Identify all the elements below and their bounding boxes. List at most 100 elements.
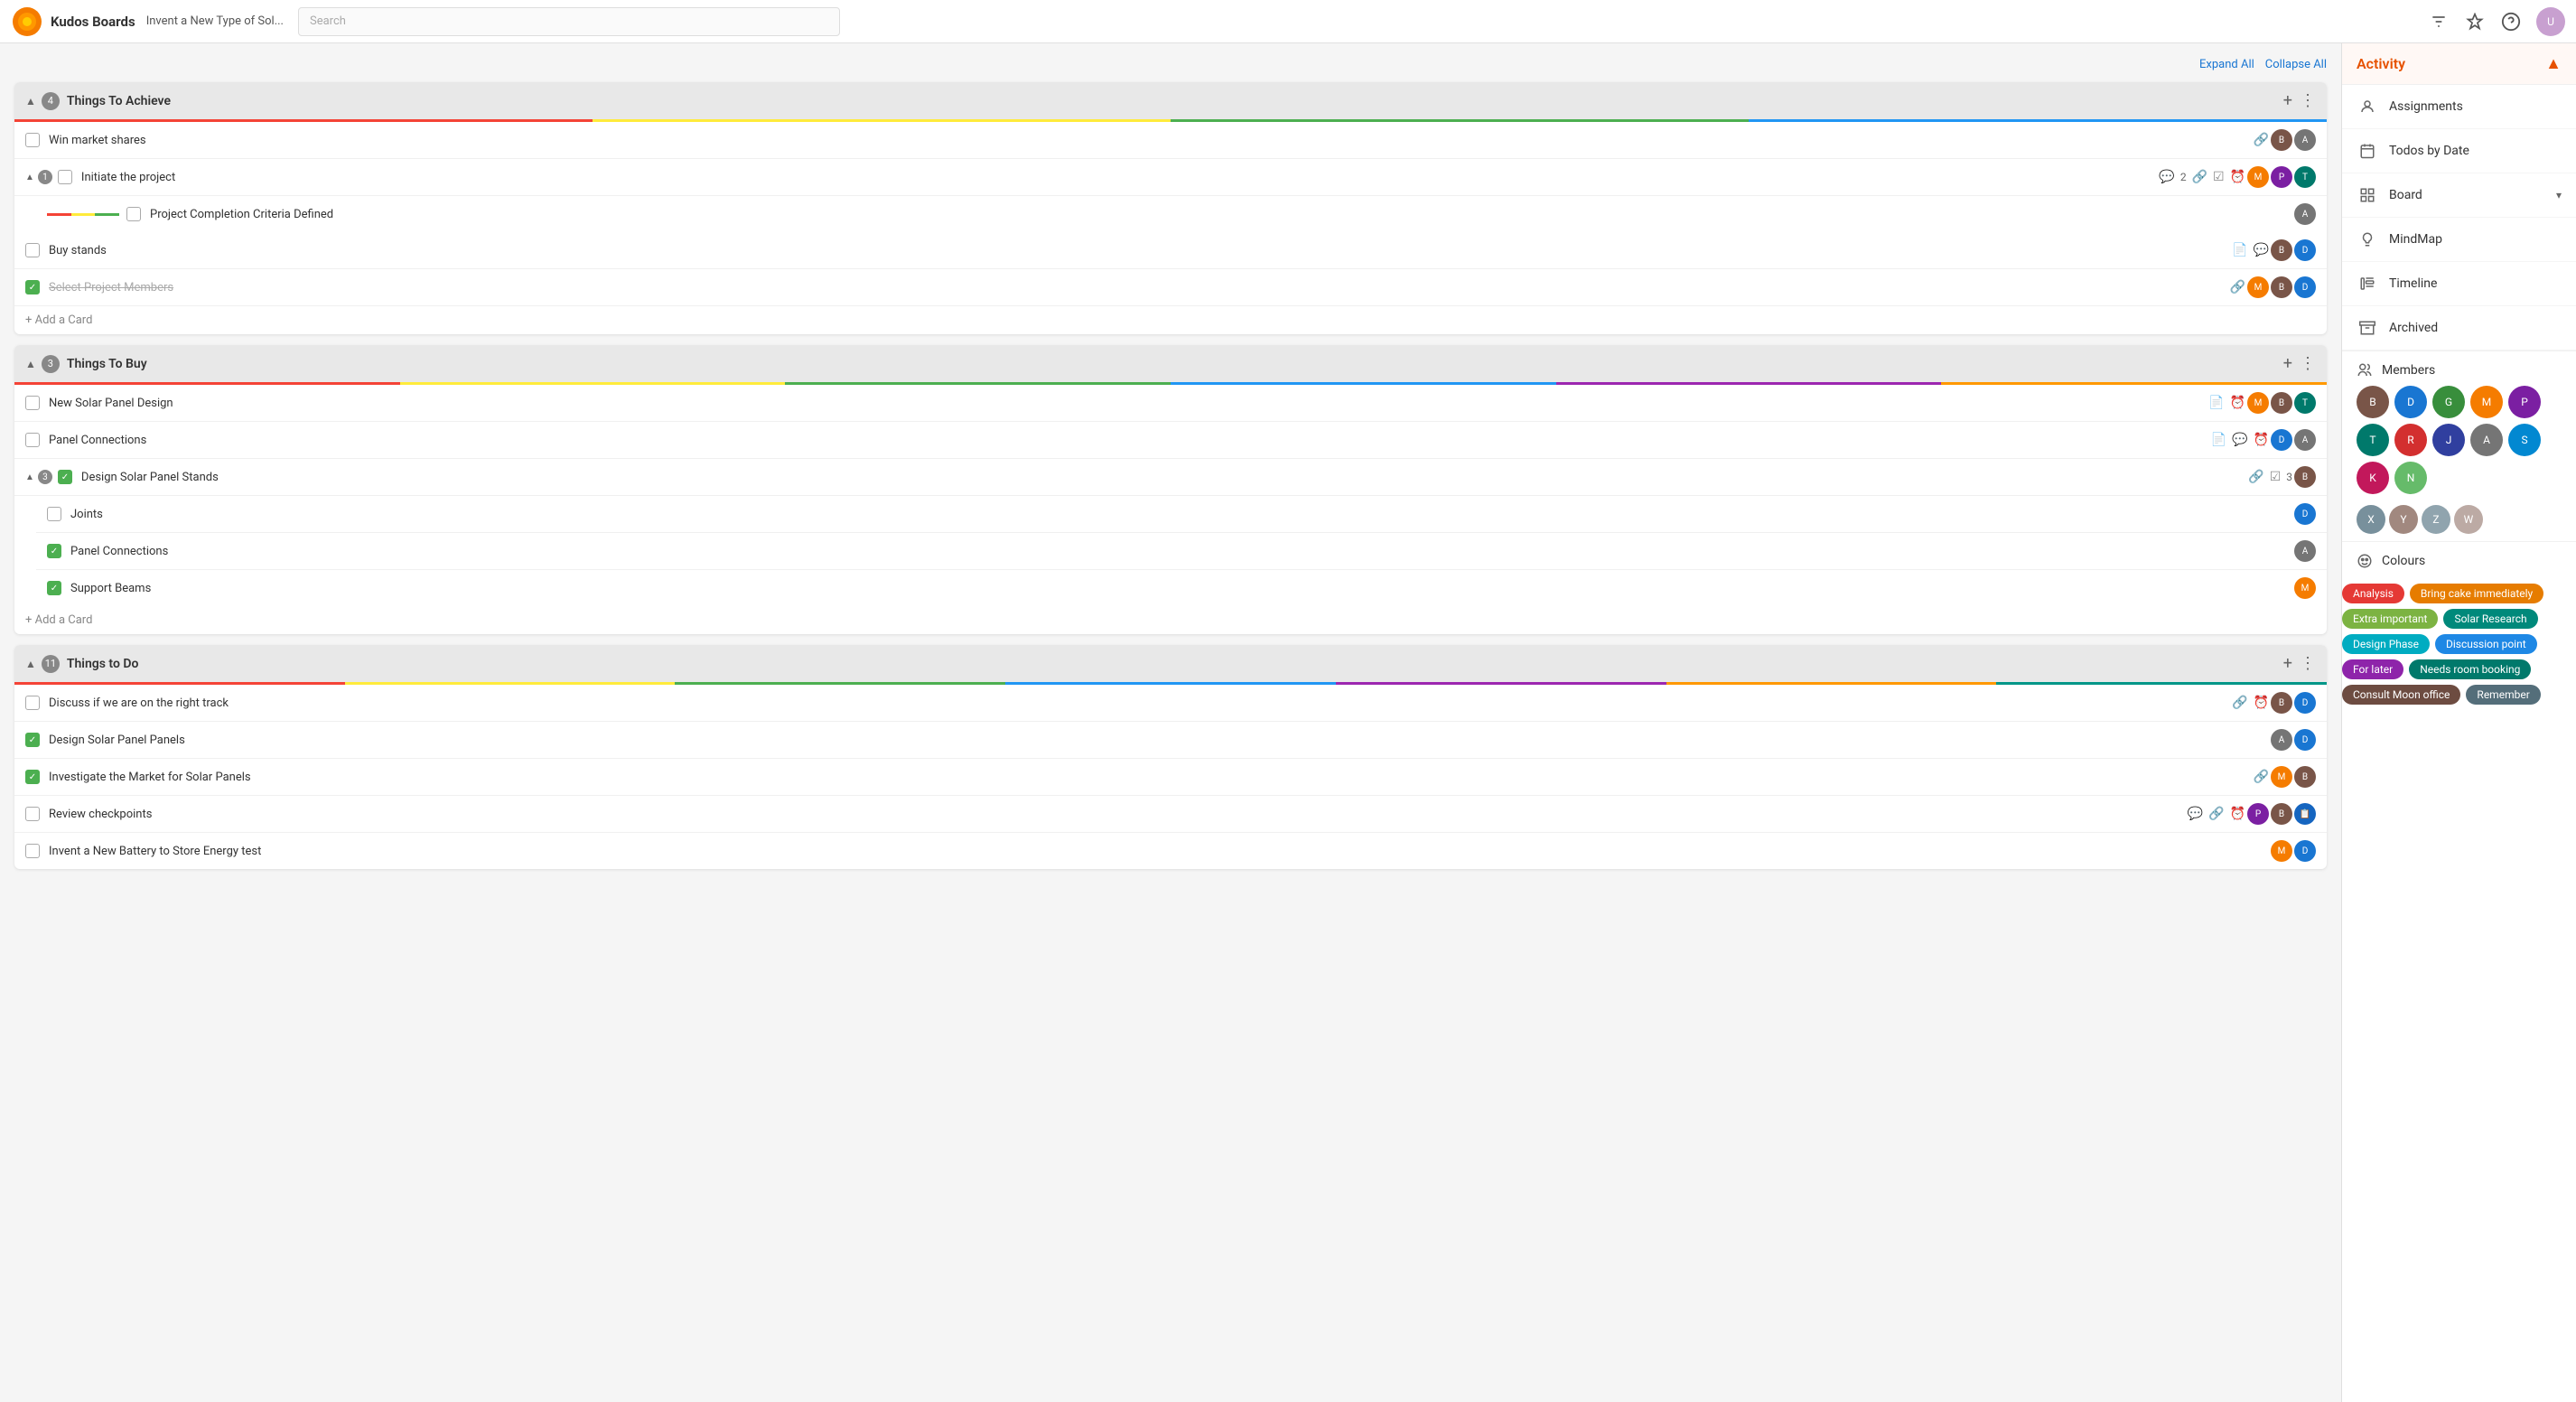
- sidebar-item-todos-by-date[interactable]: Todos by Date: [2342, 129, 2576, 173]
- card-checkbox[interactable]: [25, 133, 40, 147]
- member-avatar[interactable]: G: [2432, 386, 2465, 418]
- card-label[interactable]: Select Project Members: [49, 281, 2230, 294]
- card-label[interactable]: Panel Connections: [70, 545, 2298, 558]
- card-checkbox[interactable]: [25, 807, 40, 821]
- section-header-things-to-achieve[interactable]: ▲ 4 Things To Achieve + ⋮: [14, 82, 2327, 119]
- clock-icon[interactable]: ⏰: [2230, 170, 2245, 184]
- chevron-down-icon[interactable]: ▾: [2556, 189, 2562, 201]
- colour-chip-analysis[interactable]: Analysis: [2342, 584, 2404, 603]
- add-card-button[interactable]: + Add a Card: [14, 306, 2327, 334]
- card-checkbox[interactable]: [58, 170, 72, 184]
- card-label[interactable]: Invent a New Battery to Store Energy tes…: [49, 845, 2274, 858]
- member-avatar[interactable]: W: [2454, 505, 2483, 534]
- card-label[interactable]: Joints: [70, 508, 2298, 521]
- card-checkbox[interactable]: ✓: [25, 280, 40, 294]
- pin-icon[interactable]: [2464, 11, 2486, 33]
- collapse-all-button[interactable]: Collapse All: [2265, 58, 2327, 71]
- card-checkbox[interactable]: ✓: [25, 770, 40, 784]
- colour-chip-solar-research[interactable]: Solar Research: [2443, 609, 2537, 629]
- sidebar-collapse-icon[interactable]: ▲: [2545, 54, 2562, 73]
- card-checkbox[interactable]: [25, 696, 40, 710]
- link-icon[interactable]: 🔗: [2248, 470, 2263, 484]
- link-icon[interactable]: 🔗: [2192, 170, 2207, 184]
- colour-chip-extra-important[interactable]: Extra important: [2342, 609, 2438, 629]
- check-icon[interactable]: ☑: [2213, 170, 2225, 184]
- colour-chip-for-later[interactable]: For later: [2342, 659, 2403, 679]
- section-header-things-to-do[interactable]: ▲ 11 Things to Do + ⋮: [14, 645, 2327, 682]
- card-label[interactable]: Win market shares: [49, 134, 2254, 147]
- doc-icon[interactable]: 📄: [2208, 396, 2224, 410]
- help-icon[interactable]: [2500, 11, 2522, 33]
- card-checkbox[interactable]: ✓: [25, 733, 40, 747]
- link-icon[interactable]: 🔗: [2254, 133, 2269, 147]
- card-label[interactable]: Design Solar Panel Stands: [81, 471, 2248, 484]
- doc-icon[interactable]: 📄: [2232, 243, 2247, 257]
- section-menu-button[interactable]: ⋮: [2300, 91, 2316, 110]
- comment-icon[interactable]: 💬: [2159, 170, 2174, 184]
- card-label[interactable]: Investigate the Market for Solar Panels: [49, 771, 2254, 784]
- card-checkbox[interactable]: [126, 207, 141, 221]
- member-avatar[interactable]: R: [2394, 424, 2427, 456]
- member-avatar[interactable]: M: [2470, 386, 2503, 418]
- card-checkbox[interactable]: [25, 396, 40, 410]
- section-add-button[interactable]: +: [2283, 354, 2292, 373]
- sub-toggle[interactable]: ▲: [25, 472, 34, 482]
- member-avatar[interactable]: B: [2357, 386, 2389, 418]
- colour-chip-remember[interactable]: Remember: [2466, 685, 2540, 705]
- comment-icon[interactable]: 💬: [2254, 243, 2269, 257]
- card-checkbox[interactable]: ✓: [47, 581, 61, 595]
- card-label[interactable]: New Solar Panel Design: [49, 397, 2208, 410]
- section-add-button[interactable]: +: [2283, 91, 2292, 110]
- section-add-button[interactable]: +: [2283, 654, 2292, 673]
- link-icon[interactable]: 🔗: [2208, 807, 2224, 821]
- sidebar-item-timeline[interactable]: Timeline: [2342, 262, 2576, 306]
- colour-chip-needs-room-booking[interactable]: Needs room booking: [2409, 659, 2531, 679]
- card-label[interactable]: Discuss if we are on the right track: [49, 696, 2232, 710]
- add-card-button[interactable]: + Add a Card: [14, 606, 2327, 634]
- clock-icon[interactable]: ⏰: [2230, 807, 2245, 821]
- card-checkbox[interactable]: ✓: [58, 470, 72, 484]
- member-avatar[interactable]: J: [2432, 424, 2465, 456]
- clock-icon[interactable]: ⏰: [2254, 433, 2269, 447]
- card-label[interactable]: Support Beams: [70, 582, 2298, 595]
- member-avatar[interactable]: X: [2357, 505, 2385, 534]
- sidebar-item-mindmap[interactable]: MindMap: [2342, 218, 2576, 262]
- section-toggle[interactable]: ▲: [25, 358, 36, 370]
- colour-chip-bring-cake[interactable]: Bring cake immediately: [2410, 584, 2543, 603]
- member-avatar[interactable]: D: [2394, 386, 2427, 418]
- card-label[interactable]: Design Solar Panel Panels: [49, 734, 2274, 747]
- comment-icon[interactable]: 💬: [2188, 807, 2203, 821]
- sidebar-item-archived[interactable]: Archived: [2342, 306, 2576, 350]
- member-avatar[interactable]: Z: [2422, 505, 2450, 534]
- link-icon[interactable]: 🔗: [2232, 696, 2247, 710]
- comment-icon[interactable]: 💬: [2232, 433, 2247, 447]
- card-label[interactable]: Buy stands: [49, 244, 2232, 257]
- card-checkbox[interactable]: [25, 433, 40, 447]
- member-avatar[interactable]: K: [2357, 462, 2389, 494]
- clock-icon[interactable]: ⏰: [2254, 696, 2269, 710]
- sub-toggle[interactable]: ▲: [25, 173, 34, 182]
- doc-icon[interactable]: 📄: [2211, 433, 2226, 447]
- clock-icon[interactable]: ⏰: [2230, 396, 2245, 410]
- member-avatar[interactable]: A: [2470, 424, 2503, 456]
- section-menu-button[interactable]: ⋮: [2300, 654, 2316, 673]
- link-icon[interactable]: 🔗: [2230, 280, 2245, 294]
- card-checkbox[interactable]: [25, 243, 40, 257]
- member-avatar[interactable]: P: [2508, 386, 2541, 418]
- card-checkbox[interactable]: [47, 507, 61, 521]
- member-avatar[interactable]: T: [2357, 424, 2389, 456]
- card-label[interactable]: Panel Connections: [49, 434, 2211, 447]
- member-avatar[interactable]: S: [2508, 424, 2541, 456]
- section-menu-button[interactable]: ⋮: [2300, 354, 2316, 373]
- section-toggle[interactable]: ▲: [25, 658, 36, 670]
- section-toggle[interactable]: ▲: [25, 95, 36, 107]
- user-avatar[interactable]: U: [2536, 7, 2565, 36]
- filter-icon[interactable]: [2428, 11, 2450, 33]
- section-header-things-to-buy[interactable]: ▲ 3 Things To Buy + ⋮: [14, 345, 2327, 382]
- sidebar-item-board[interactable]: Board ▾: [2342, 173, 2576, 218]
- card-checkbox[interactable]: [25, 844, 40, 858]
- app-logo[interactable]: Kudos Boards: [11, 5, 135, 38]
- member-avatar[interactable]: Y: [2389, 505, 2418, 534]
- search-bar[interactable]: Search: [298, 7, 840, 36]
- colour-chip-discussion-point[interactable]: Discussion point: [2435, 634, 2537, 654]
